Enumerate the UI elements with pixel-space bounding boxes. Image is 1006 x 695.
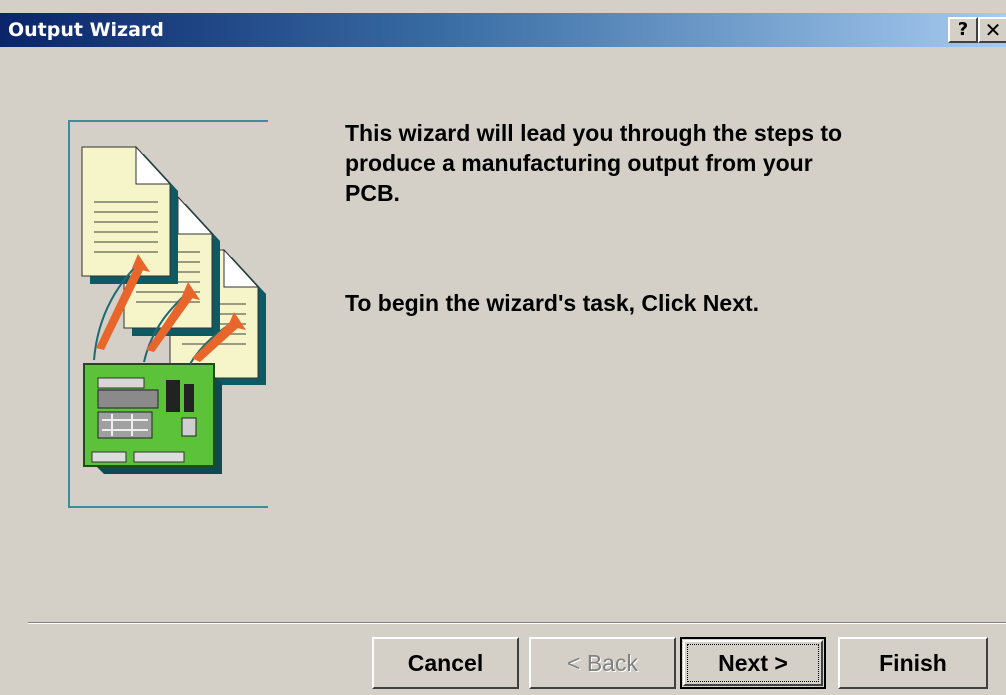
back-label: < Back — [567, 650, 638, 676]
finish-label: Finish — [879, 650, 947, 676]
finish-button[interactable]: Finish — [838, 637, 988, 689]
help-button[interactable]: ? — [948, 17, 978, 43]
close-icon: ✕ — [984, 18, 1002, 42]
output-wizard-dialog: Output Wizard ? ✕ This wizard will lead … — [0, 0, 1006, 695]
cancel-button[interactable]: Cancel — [372, 637, 519, 689]
title-bar[interactable]: Output Wizard ? ✕ — [0, 13, 1006, 47]
begin-instruction: To begin the wizard's task, Click Next. — [345, 290, 760, 316]
help-icon: ? — [957, 19, 969, 40]
cancel-label: Cancel — [407, 650, 484, 676]
back-button[interactable]: < Back — [529, 637, 676, 689]
close-button[interactable]: ✕ — [978, 17, 1006, 43]
next-label: Next > — [718, 650, 788, 676]
separator-highlight — [28, 623, 1006, 624]
intro-message: This wizard will lead you through the st… — [345, 120, 843, 206]
next-button[interactable]: Next > — [680, 637, 826, 689]
wizard-illustration — [68, 120, 268, 508]
window-title: Output Wizard — [8, 19, 164, 41]
pcb-output-documents-icon — [81, 145, 266, 474]
